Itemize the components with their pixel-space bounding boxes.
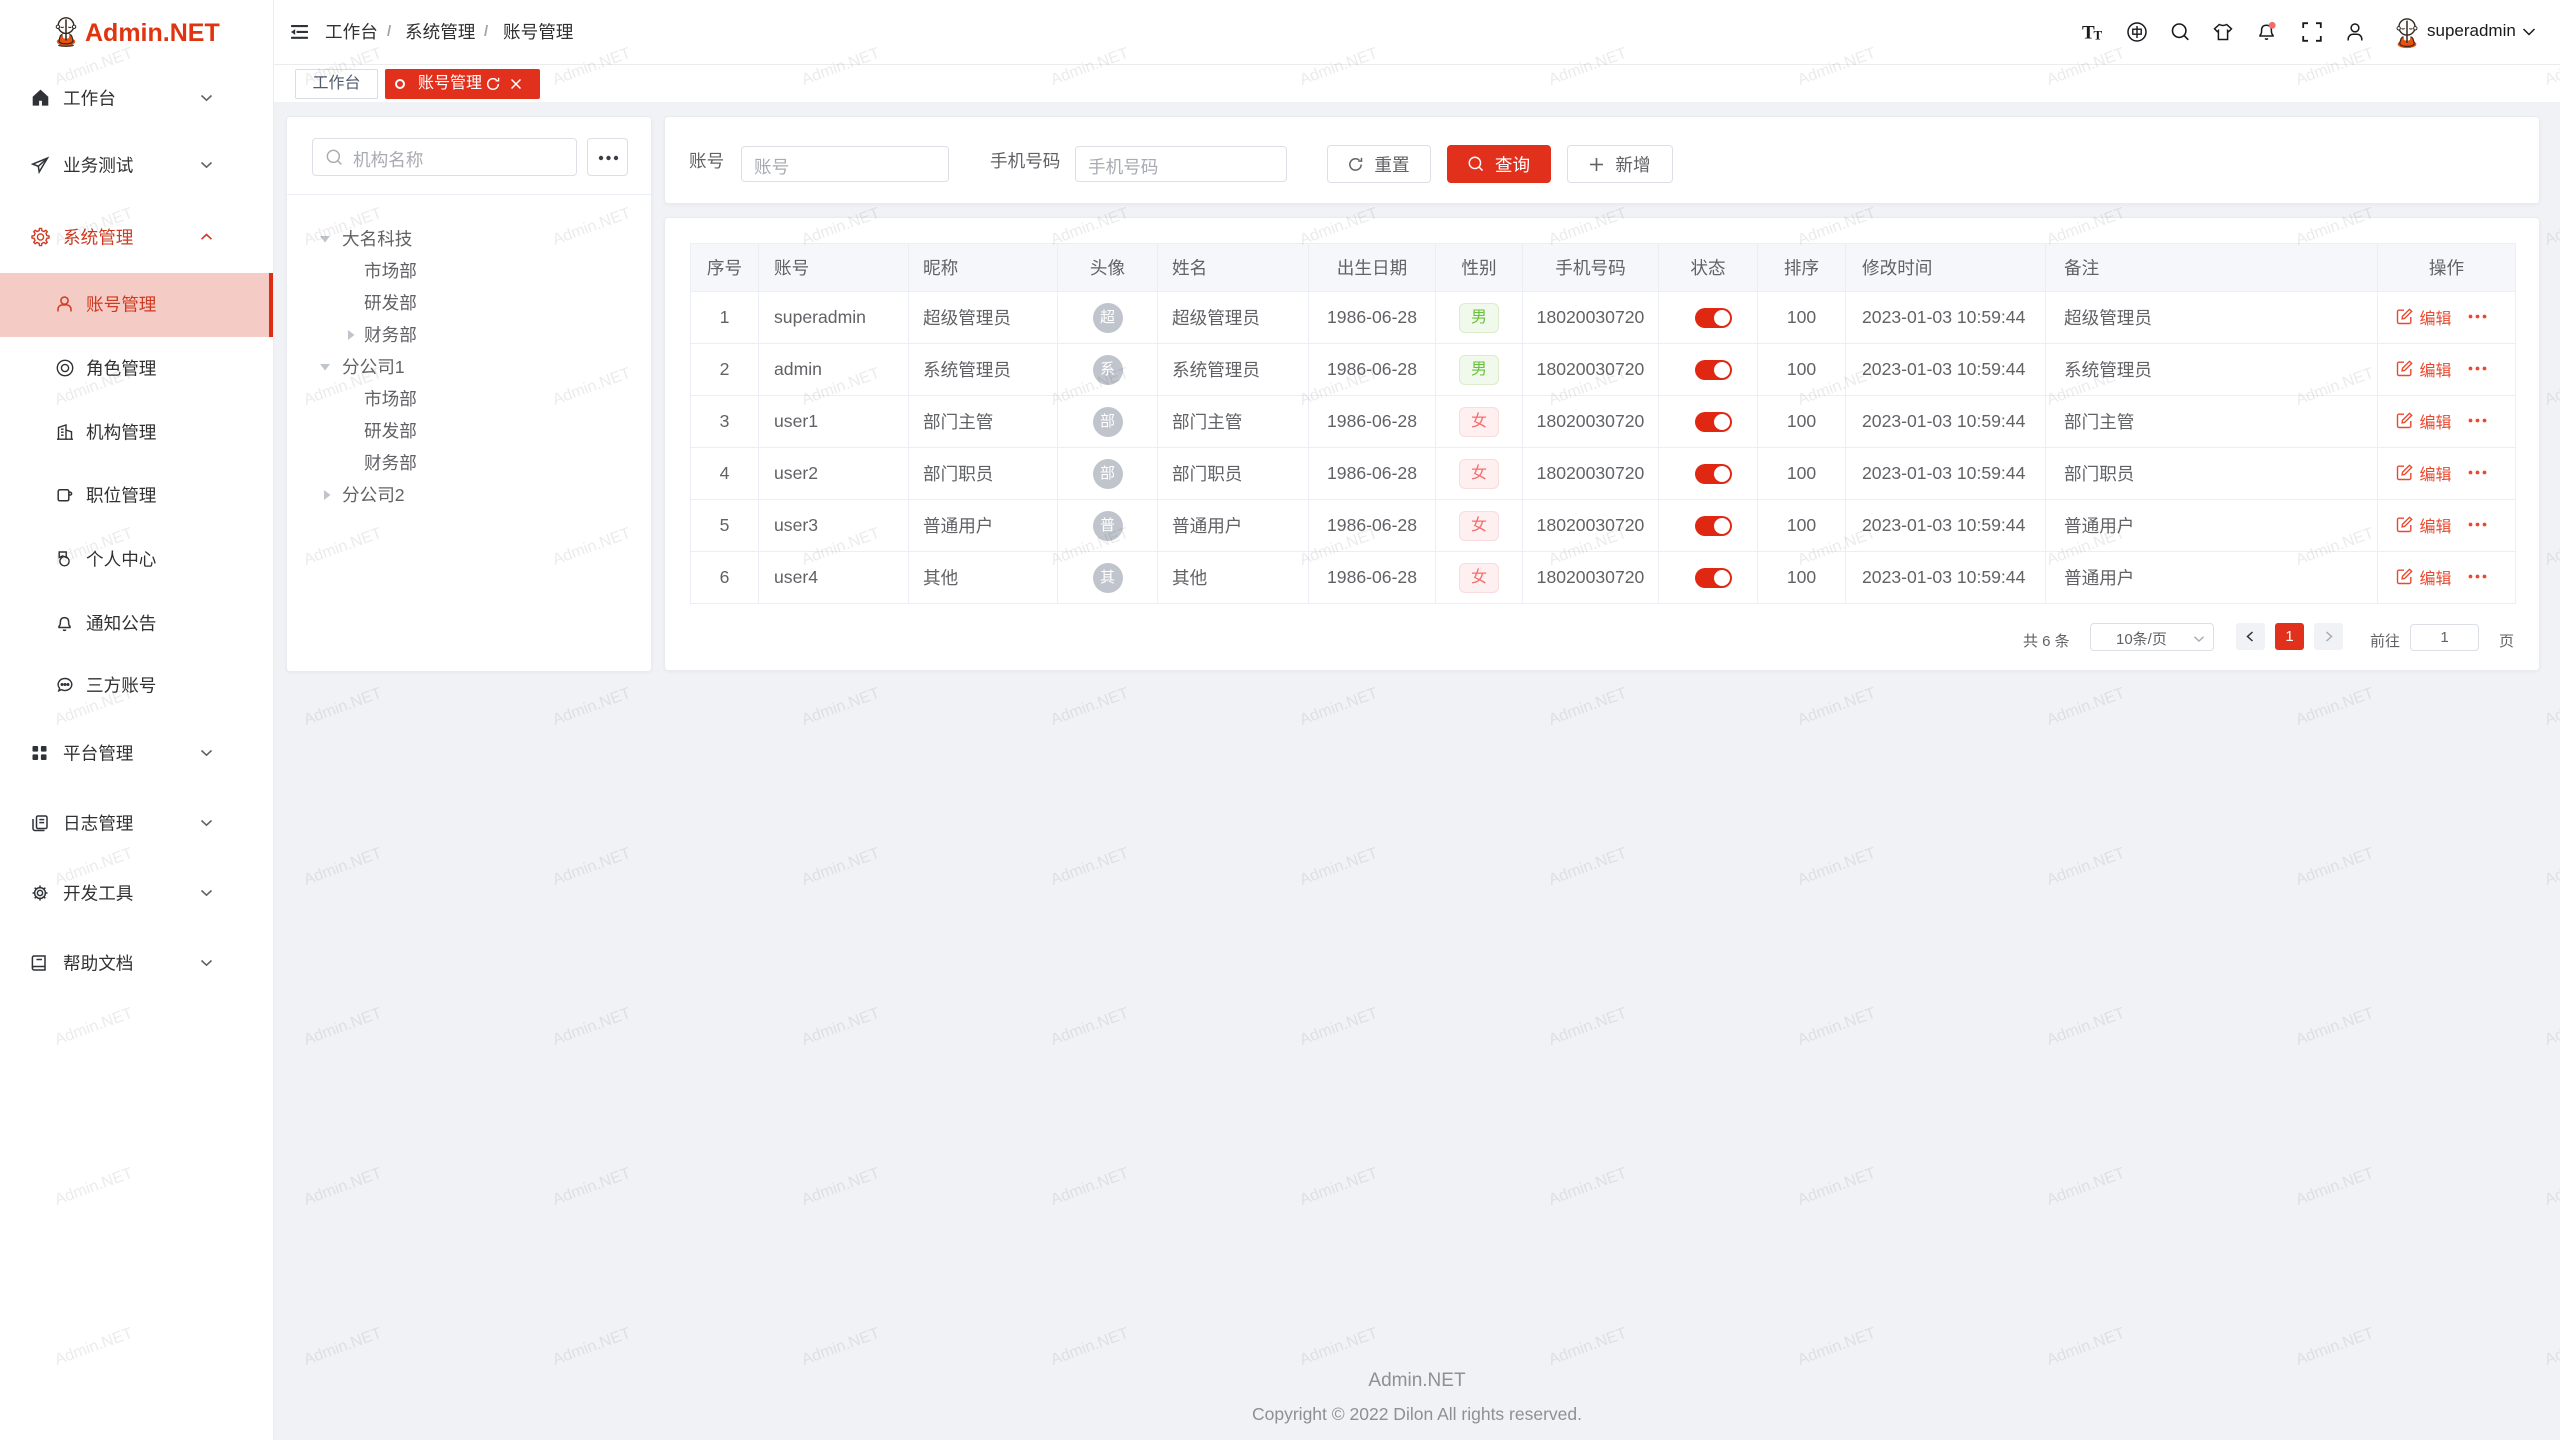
svg-text:T: T <box>2094 28 2103 41</box>
